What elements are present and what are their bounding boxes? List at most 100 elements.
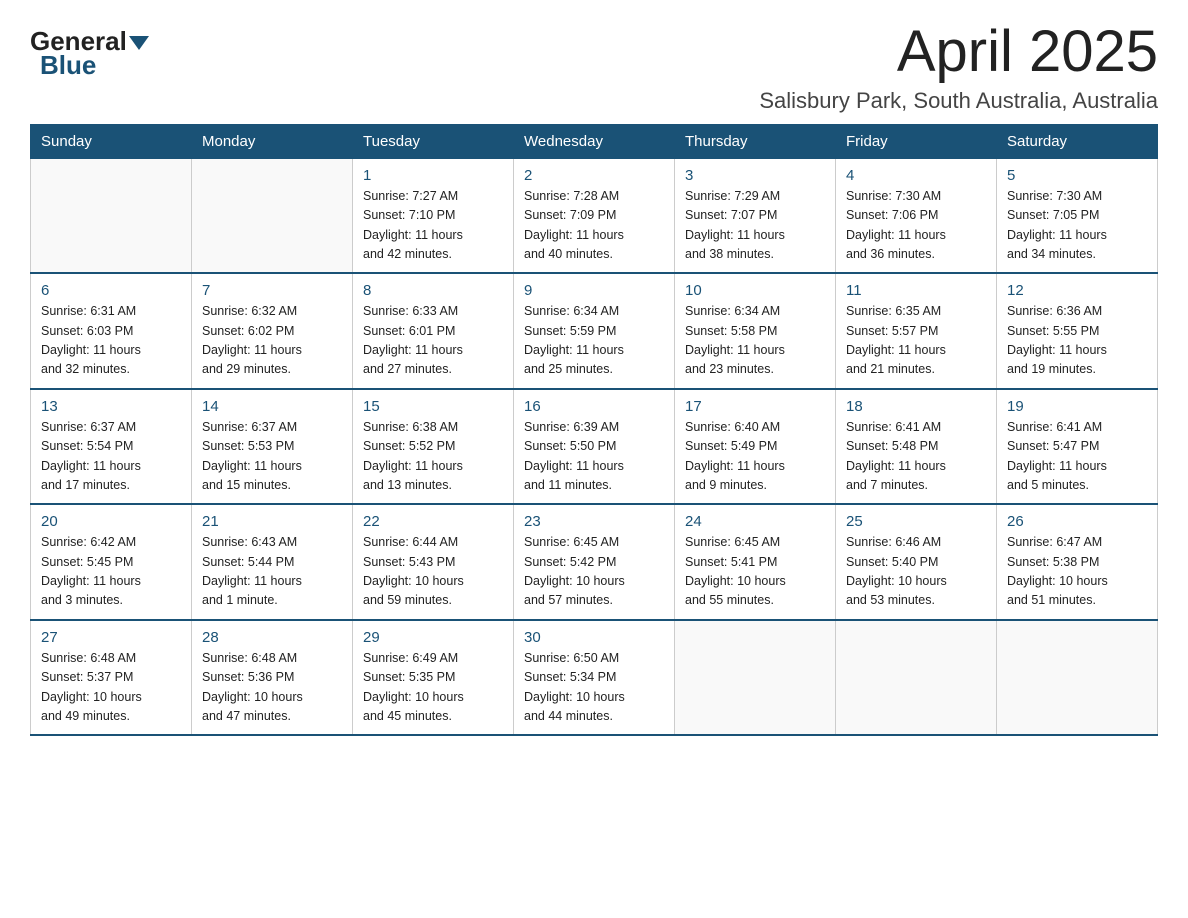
- calendar-cell: 14Sunrise: 6:37 AMSunset: 5:53 PMDayligh…: [192, 389, 353, 505]
- day-info: Sunrise: 6:37 AMSunset: 5:54 PMDaylight:…: [41, 418, 181, 496]
- page-title: April 2025: [759, 20, 1158, 84]
- day-number: 21: [202, 513, 342, 530]
- calendar-cell: 24 Sunrise: 6:45 AMSunset: 5:41 PMDayligh…: [675, 504, 836, 620]
- day-info: Sunrise: 7:27 AMSunset: 7:10 PMDaylight:…: [363, 187, 503, 265]
- calendar-cell: 22 Sunrise: 6:44 AMSunset: 5:43 PMDayligh…: [353, 504, 514, 620]
- calendar-cell: 21 Sunrise: 6:43 AMSunset: 5:44 PMDayligh…: [192, 504, 353, 620]
- day-number: 28: [202, 629, 342, 646]
- calendar-cell: [675, 620, 836, 736]
- day-info: Sunrise: 6:33 AMSunset: 6:01 PMDaylight:…: [363, 302, 503, 380]
- calendar-cell: 15 Sunrise: 6:38 AMSunset: 5:52 PMDayligh…: [353, 389, 514, 505]
- calendar-cell: [836, 620, 997, 736]
- day-info: Sunrise: 6:45 AMSunset: 5:41 PMDaylight:…: [685, 533, 825, 611]
- day-info: Sunrise: 6:34 AMSunset: 5:59 PMDaylight:…: [524, 302, 664, 380]
- calendar-cell: [31, 158, 192, 273]
- day-number: 12: [1007, 282, 1147, 299]
- day-info: Sunrise: 7:29 AMSunset: 7:07 PMDaylight:…: [685, 187, 825, 265]
- calendar-cell: 25Sunrise: 6:46 AMSunset: 5:40 PMDayligh…: [836, 504, 997, 620]
- calendar-cell: 2 Sunrise: 7:28 AMSunset: 7:09 PMDaylight…: [514, 158, 675, 273]
- calendar-weekday-wednesday: Wednesday: [514, 124, 675, 158]
- calendar-week-row: 13 Sunrise: 6:37 AMSunset: 5:54 PMDayligh…: [31, 389, 1158, 505]
- day-info: Sunrise: 6:45 AMSunset: 5:42 PMDaylight:…: [524, 533, 664, 611]
- day-info: Sunrise: 6:32 AMSunset: 6:02 PMDaylight:…: [202, 302, 342, 380]
- day-info: Sunrise: 6:49 AMSunset: 5:35 PMDaylight:…: [363, 649, 503, 727]
- logo-arrow-icon: [129, 36, 149, 50]
- day-number: 17: [685, 398, 825, 415]
- calendar-cell: 4 Sunrise: 7:30 AMSunset: 7:06 PMDaylight…: [836, 158, 997, 273]
- day-info: Sunrise: 6:34 AMSunset: 5:58 PMDaylight:…: [685, 302, 825, 380]
- day-number: 29: [363, 629, 503, 646]
- day-info: Sunrise: 6:42 AMSunset: 5:45 PMDaylight:…: [41, 533, 181, 611]
- day-info: Sunrise: 6:50 AMSunset: 5:34 PMDaylight:…: [524, 649, 664, 727]
- calendar-cell: 9Sunrise: 6:34 AMSunset: 5:59 PMDaylight…: [514, 273, 675, 389]
- day-info: Sunrise: 7:30 AMSunset: 7:06 PMDaylight:…: [846, 187, 986, 265]
- calendar-cell: 10 Sunrise: 6:34 AMSunset: 5:58 PMDayligh…: [675, 273, 836, 389]
- day-number: 30: [524, 629, 664, 646]
- day-number: 10: [685, 282, 825, 299]
- calendar-cell: 28Sunrise: 6:48 AMSunset: 5:36 PMDayligh…: [192, 620, 353, 736]
- calendar-cell: 30 Sunrise: 6:50 AMSunset: 5:34 PMDayligh…: [514, 620, 675, 736]
- day-info: Sunrise: 6:41 AMSunset: 5:47 PMDaylight:…: [1007, 418, 1147, 496]
- page-subtitle: Salisbury Park, South Australia, Austral…: [759, 88, 1158, 114]
- calendar-weekday-tuesday: Tuesday: [353, 124, 514, 158]
- day-number: 16: [524, 398, 664, 415]
- day-number: 11: [846, 282, 986, 299]
- day-number: 24: [685, 513, 825, 530]
- logo: General Blue: [30, 28, 149, 81]
- calendar-cell: 23 Sunrise: 6:45 AMSunset: 5:42 PMDayligh…: [514, 504, 675, 620]
- day-number: 25: [846, 513, 986, 530]
- day-number: 1: [363, 167, 503, 184]
- day-number: 19: [1007, 398, 1147, 415]
- day-number: 18: [846, 398, 986, 415]
- day-number: 23: [524, 513, 664, 530]
- day-info: Sunrise: 6:35 AMSunset: 5:57 PMDaylight:…: [846, 302, 986, 380]
- day-number: 7: [202, 282, 342, 299]
- day-number: 3: [685, 167, 825, 184]
- day-info: Sunrise: 6:38 AMSunset: 5:52 PMDaylight:…: [363, 418, 503, 496]
- day-info: Sunrise: 6:39 AMSunset: 5:50 PMDaylight:…: [524, 418, 664, 496]
- calendar-cell: 29 Sunrise: 6:49 AMSunset: 5:35 PMDayligh…: [353, 620, 514, 736]
- day-number: 6: [41, 282, 181, 299]
- day-info: Sunrise: 6:31 AMSunset: 6:03 PMDaylight:…: [41, 302, 181, 380]
- calendar-week-row: 27Sunrise: 6:48 AMSunset: 5:37 PMDayligh…: [31, 620, 1158, 736]
- day-info: Sunrise: 6:43 AMSunset: 5:44 PMDaylight:…: [202, 533, 342, 611]
- day-info: Sunrise: 7:30 AMSunset: 7:05 PMDaylight:…: [1007, 187, 1147, 265]
- calendar-weekday-sunday: Sunday: [31, 124, 192, 158]
- day-number: 8: [363, 282, 503, 299]
- day-number: 20: [41, 513, 181, 530]
- logo-blue-text: Blue: [40, 50, 96, 81]
- calendar-cell: 6 Sunrise: 6:31 AMSunset: 6:03 PMDaylight…: [31, 273, 192, 389]
- page-header: General Blue April 2025 Salisbury Park, …: [30, 20, 1158, 114]
- calendar-week-row: 20 Sunrise: 6:42 AMSunset: 5:45 PMDayligh…: [31, 504, 1158, 620]
- calendar-cell: 5 Sunrise: 7:30 AMSunset: 7:05 PMDaylight…: [997, 158, 1158, 273]
- calendar-cell: [192, 158, 353, 273]
- calendar-table: SundayMondayTuesdayWednesdayThursdayFrid…: [30, 124, 1158, 737]
- day-number: 27: [41, 629, 181, 646]
- title-block: April 2025 Salisbury Park, South Austral…: [759, 20, 1158, 114]
- calendar-cell: 19 Sunrise: 6:41 AMSunset: 5:47 PMDayligh…: [997, 389, 1158, 505]
- day-info: Sunrise: 6:37 AMSunset: 5:53 PMDaylight:…: [202, 418, 342, 496]
- calendar-cell: 18Sunrise: 6:41 AMSunset: 5:48 PMDayligh…: [836, 389, 997, 505]
- calendar-cell: 11 Sunrise: 6:35 AMSunset: 5:57 PMDayligh…: [836, 273, 997, 389]
- calendar-cell: 8 Sunrise: 6:33 AMSunset: 6:01 PMDaylight…: [353, 273, 514, 389]
- calendar-cell: 13 Sunrise: 6:37 AMSunset: 5:54 PMDayligh…: [31, 389, 192, 505]
- day-number: 22: [363, 513, 503, 530]
- day-number: 5: [1007, 167, 1147, 184]
- calendar-cell: 27Sunrise: 6:48 AMSunset: 5:37 PMDayligh…: [31, 620, 192, 736]
- day-info: Sunrise: 6:40 AMSunset: 5:49 PMDaylight:…: [685, 418, 825, 496]
- day-info: Sunrise: 6:36 AMSunset: 5:55 PMDaylight:…: [1007, 302, 1147, 380]
- day-number: 15: [363, 398, 503, 415]
- calendar-header: SundayMondayTuesdayWednesdayThursdayFrid…: [31, 124, 1158, 158]
- day-number: 2: [524, 167, 664, 184]
- day-info: Sunrise: 6:47 AMSunset: 5:38 PMDaylight:…: [1007, 533, 1147, 611]
- day-info: Sunrise: 7:28 AMSunset: 7:09 PMDaylight:…: [524, 187, 664, 265]
- calendar-cell: 7 Sunrise: 6:32 AMSunset: 6:02 PMDaylight…: [192, 273, 353, 389]
- calendar-cell: 3 Sunrise: 7:29 AMSunset: 7:07 PMDaylight…: [675, 158, 836, 273]
- calendar-weekday-monday: Monday: [192, 124, 353, 158]
- day-number: 26: [1007, 513, 1147, 530]
- day-number: 13: [41, 398, 181, 415]
- day-number: 4: [846, 167, 986, 184]
- calendar-week-row: 6 Sunrise: 6:31 AMSunset: 6:03 PMDaylight…: [31, 273, 1158, 389]
- day-info: Sunrise: 6:44 AMSunset: 5:43 PMDaylight:…: [363, 533, 503, 611]
- calendar-cell: 12 Sunrise: 6:36 AMSunset: 5:55 PMDayligh…: [997, 273, 1158, 389]
